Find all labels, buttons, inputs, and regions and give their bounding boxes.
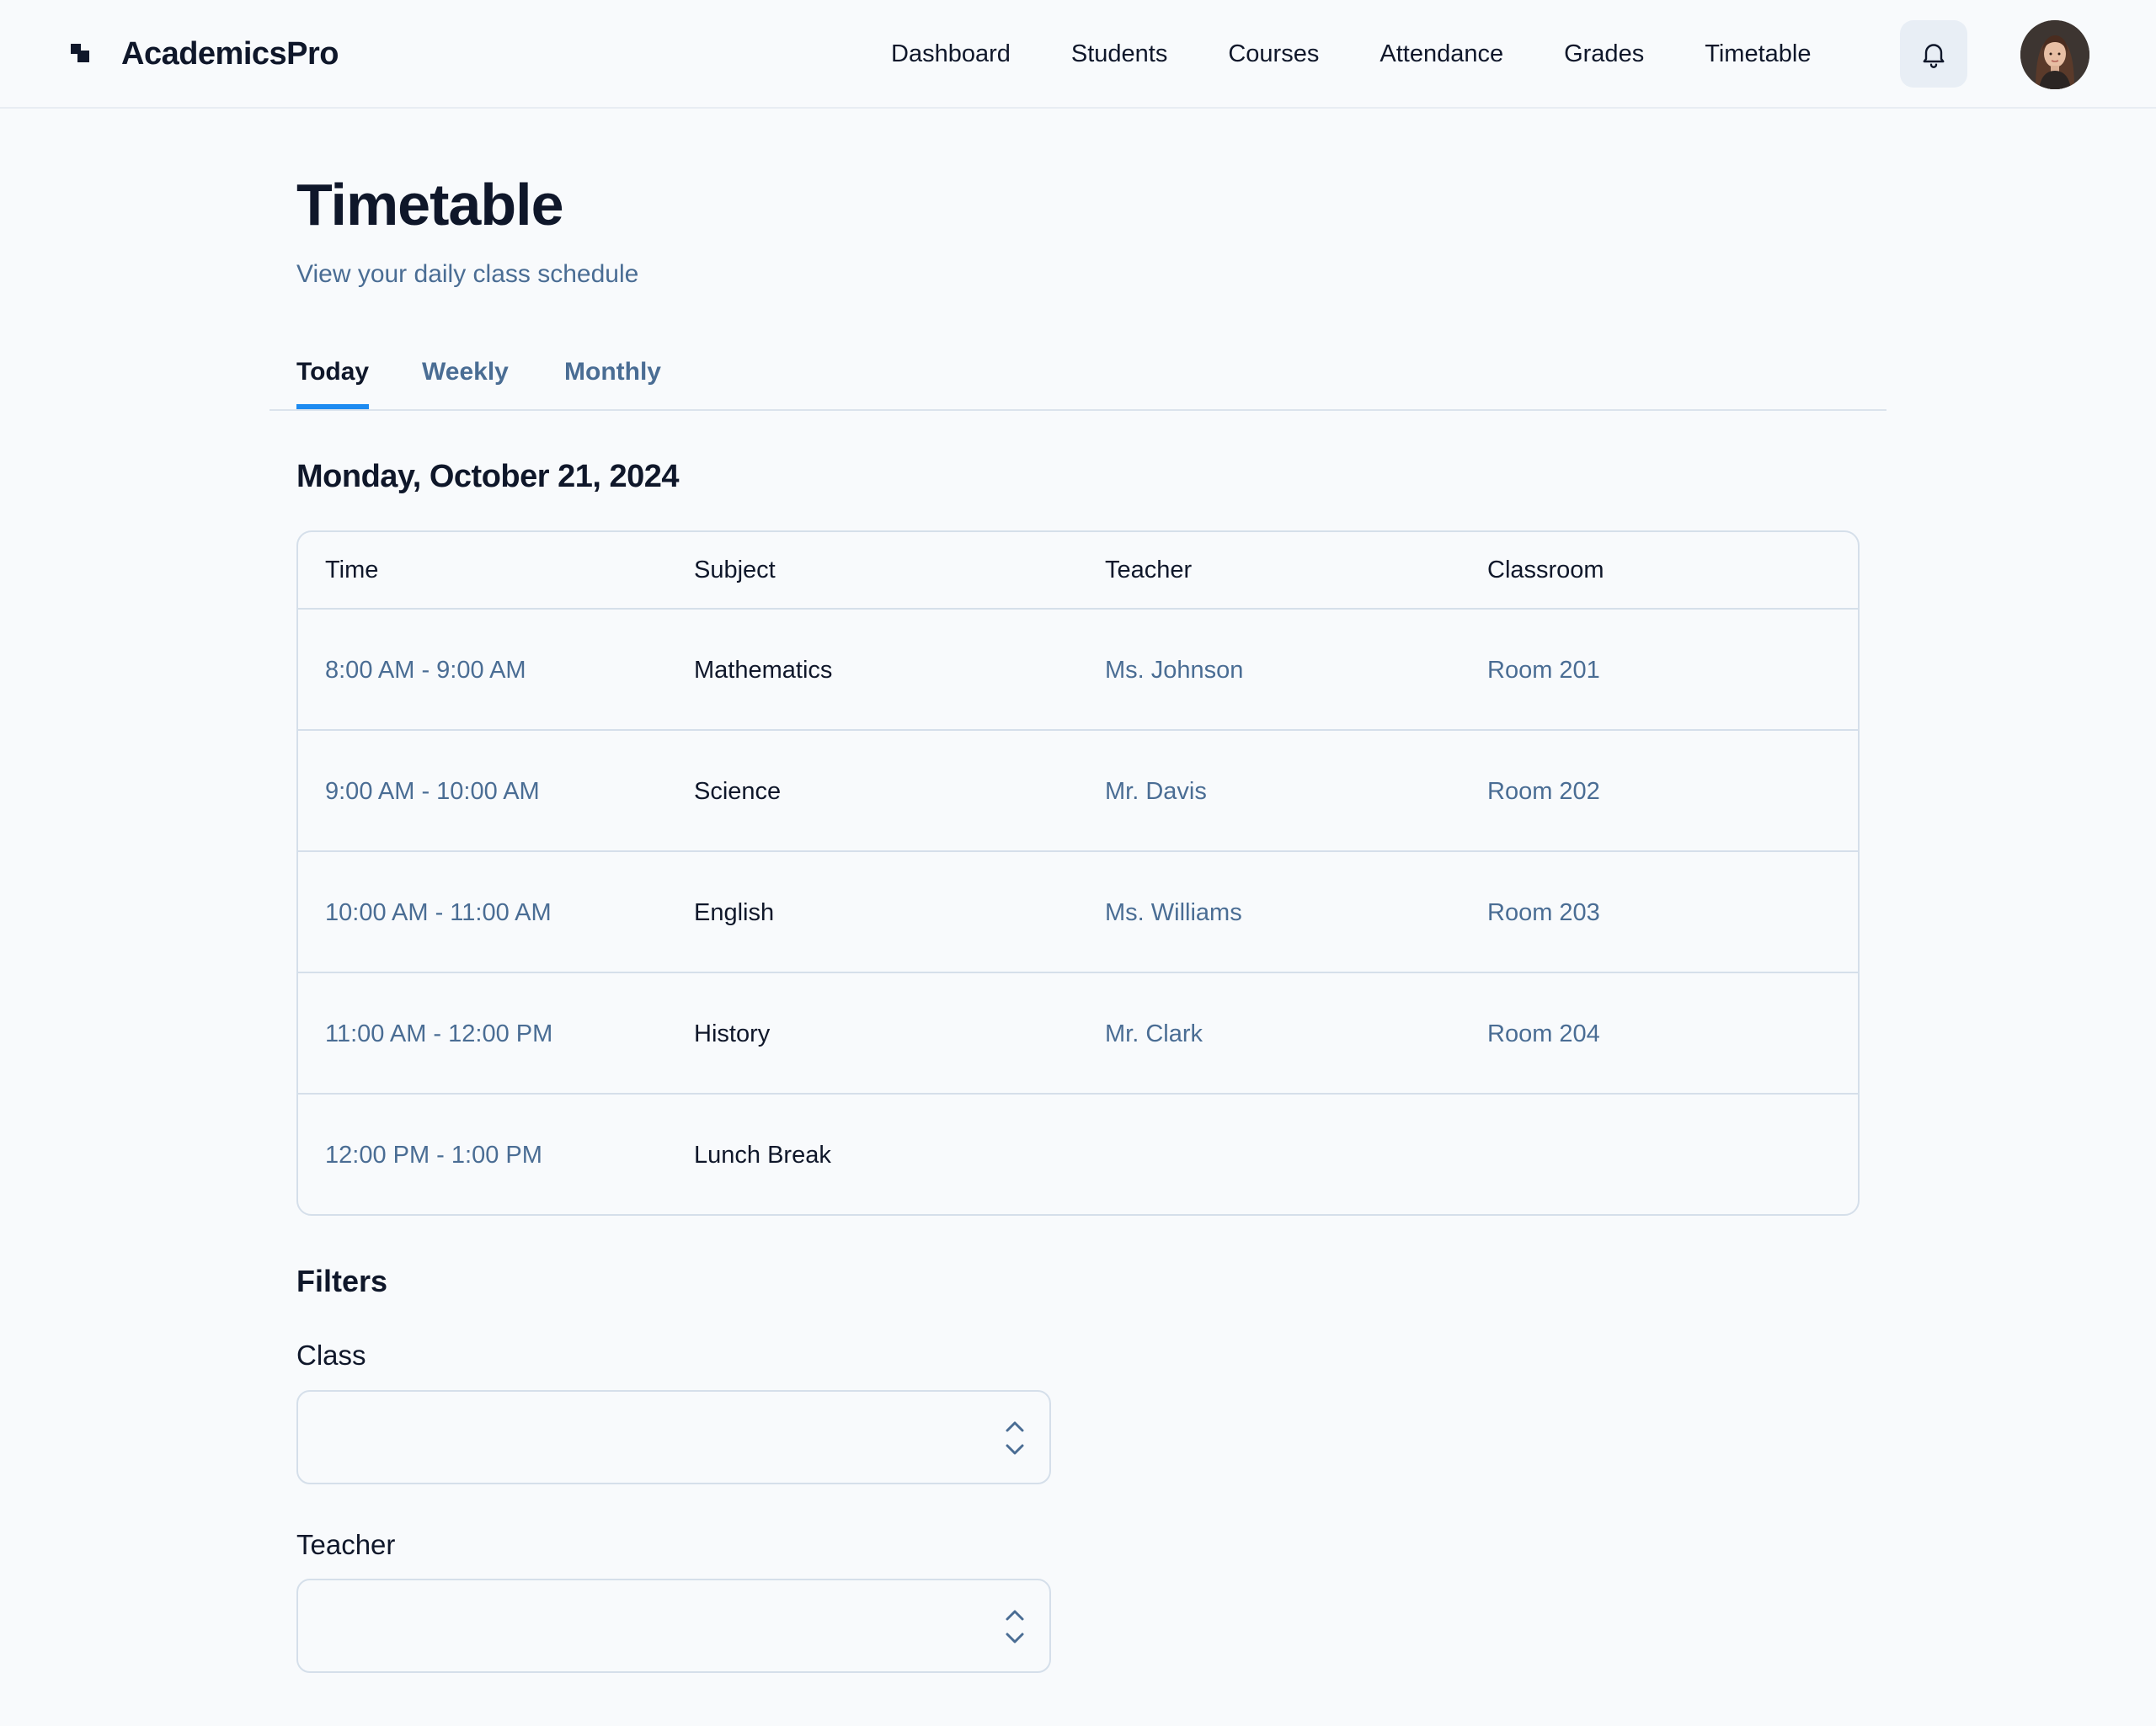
notifications-button[interactable]: [1900, 20, 1967, 88]
tab-today[interactable]: Today: [296, 349, 370, 409]
table-row: 9:00 AM - 10:00 AM Science Mr. Davis Roo…: [298, 731, 1858, 852]
filters-heading: Filters: [296, 1264, 388, 1298]
cell-subject: Lunch Break: [694, 1142, 831, 1169]
table-row: 10:00 AM - 11:00 AM English Ms. Williams…: [298, 852, 1858, 973]
cell-classroom: Room 202: [1487, 778, 1600, 805]
nav-item-courses[interactable]: Courses: [1228, 40, 1319, 68]
class-filter-label: Class: [296, 1340, 366, 1371]
teacher-filter-label: Teacher: [296, 1529, 396, 1560]
table-row: 12:00 PM - 1:00 PM Lunch Break: [298, 1095, 1858, 1214]
nav-item-dashboard[interactable]: Dashboard: [891, 40, 1011, 68]
cell-time: 9:00 AM - 10:00 AM: [325, 778, 540, 805]
cell-teacher: Mr. Davis: [1105, 778, 1207, 805]
cell-time: 12:00 PM - 1:00 PM: [325, 1142, 542, 1169]
table-row: 8:00 AM - 9:00 AM Mathematics Ms. Johnso…: [298, 610, 1858, 731]
nav-item-students[interactable]: Students: [1071, 40, 1167, 68]
cell-classroom: Room 203: [1487, 899, 1600, 926]
user-portrait-icon: [2020, 20, 2089, 89]
tab-weekly[interactable]: Weekly: [422, 349, 509, 409]
nav-item-timetable[interactable]: Timetable: [1705, 40, 1811, 68]
page-title: Timetable: [296, 172, 563, 237]
cell-subject: English: [694, 899, 775, 926]
column-header-teacher: Teacher: [1105, 557, 1193, 583]
column-header-subject: Subject: [694, 557, 776, 583]
cell-subject: Mathematics: [694, 657, 833, 684]
cell-time: 8:00 AM - 9:00 AM: [325, 657, 526, 684]
schedule-date: Monday, October 21, 2024: [296, 459, 680, 494]
table-row: 11:00 AM - 12:00 PM History Mr. Clark Ro…: [298, 973, 1858, 1095]
nav-item-grades[interactable]: Grades: [1564, 40, 1644, 68]
main-nav: Dashboard Students Courses Attendance Gr…: [891, 30, 1811, 77]
column-header-classroom: Classroom: [1487, 557, 1604, 583]
tab-monthly[interactable]: Monthly: [564, 349, 661, 409]
nav-item-attendance[interactable]: Attendance: [1380, 40, 1503, 68]
chevron-up-down-icon: [1006, 1421, 1024, 1455]
brand[interactable]: AcademicsPro: [69, 30, 339, 77]
top-navbar: AcademicsPro Dashboard Students Courses …: [0, 0, 2156, 109]
cell-subject: History: [694, 1020, 771, 1047]
page-subtitle: View your daily class schedule: [296, 260, 639, 288]
cell-classroom: Room 204: [1487, 1020, 1600, 1047]
schedule-table: Time Subject Teacher Classroom 8:00 AM -…: [296, 530, 1860, 1216]
cell-teacher: Ms. Williams: [1105, 899, 1242, 926]
cell-teacher: Mr. Clark: [1105, 1020, 1203, 1047]
view-tabs: Today Weekly Monthly: [270, 337, 1886, 411]
cell-teacher: Ms. Johnson: [1105, 657, 1244, 684]
table-header-row: Time Subject Teacher Classroom: [298, 532, 1858, 610]
class-select[interactable]: [296, 1390, 1051, 1484]
cell-time: 11:00 AM - 12:00 PM: [325, 1020, 553, 1047]
column-header-time: Time: [325, 557, 379, 583]
cell-classroom: Room 201: [1487, 657, 1600, 684]
chevron-up-down-icon: [1006, 1610, 1024, 1643]
bell-icon: [1923, 44, 1945, 68]
cell-subject: Science: [694, 778, 782, 805]
teacher-select[interactable]: [296, 1579, 1051, 1673]
stacked-squares-logo-icon: [71, 44, 89, 62]
cell-time: 10:00 AM - 11:00 AM: [325, 899, 552, 926]
user-avatar[interactable]: [2020, 20, 2089, 89]
app-name: AcademicsPro: [121, 35, 339, 72]
